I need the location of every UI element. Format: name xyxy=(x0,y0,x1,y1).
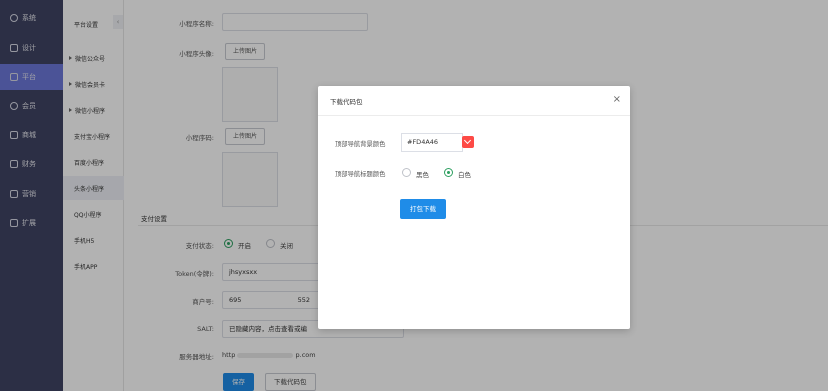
modal-title: 下载代码包 xyxy=(330,98,363,106)
modal-header: 下载代码包 × xyxy=(318,86,630,116)
title-white-radio[interactable] xyxy=(444,168,453,177)
title-color-label: 顶部导航标题颜色 xyxy=(335,171,386,178)
title-black-label: 黑色 xyxy=(416,171,429,179)
bg-color-label: 顶部导航背景颜色 xyxy=(335,141,386,148)
download-package-modal: 下载代码包 × 顶部导航背景颜色 #FD4A46 顶部导航标题颜色 黑色 白色 … xyxy=(318,86,630,329)
build-download-button[interactable]: 打包下载 xyxy=(400,199,446,219)
color-picker-swatch[interactable] xyxy=(462,136,474,148)
close-icon[interactable]: × xyxy=(613,94,621,106)
bg-color-input[interactable]: #FD4A46 xyxy=(401,133,463,152)
title-black-radio[interactable] xyxy=(402,168,411,177)
title-white-label: 白色 xyxy=(458,171,471,179)
chevron-down-icon xyxy=(463,136,472,145)
